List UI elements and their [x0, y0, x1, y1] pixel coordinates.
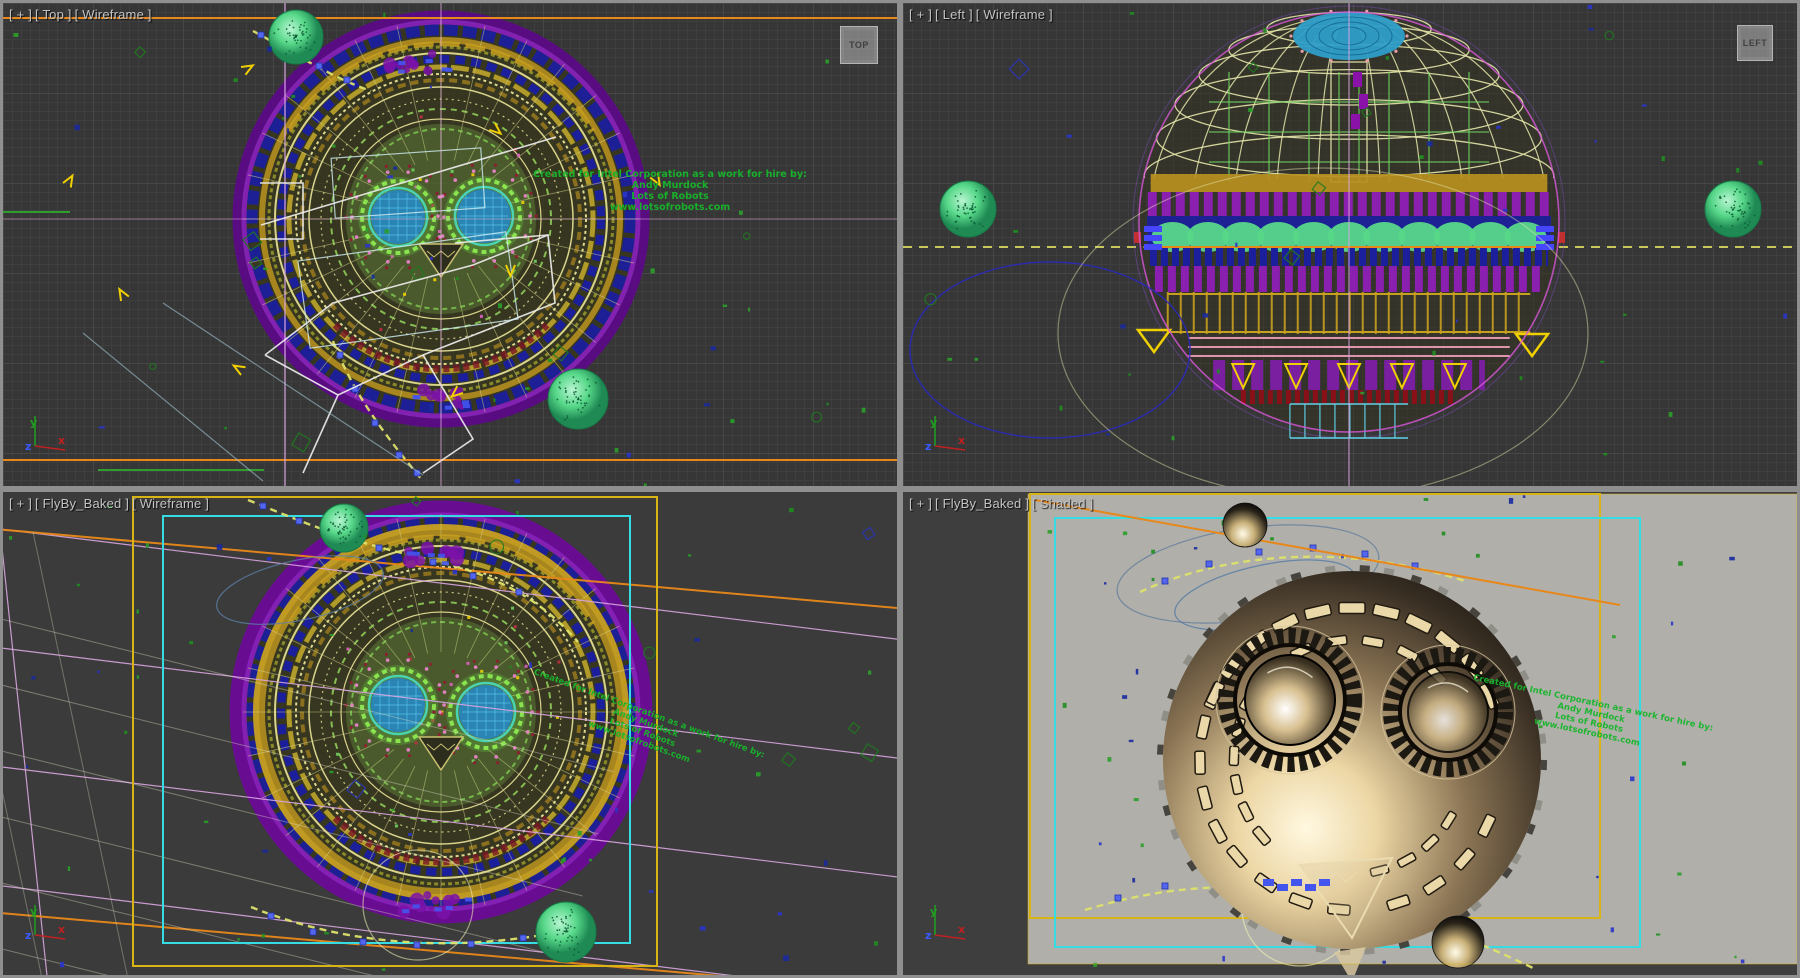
viewport-flyby-shaded[interactable]: [ + ][ FlyBy_Baked ][ Shaded ] y x z Cre… — [903, 492, 1797, 975]
viewport-menu-general[interactable]: [ + ] — [909, 496, 932, 511]
viewport-menu-pov[interactable]: [ FlyBy_Baked ] — [935, 496, 1029, 511]
axis-z-label: z — [25, 929, 31, 942]
axis-y-label: y — [930, 905, 937, 918]
viewport-menu-general[interactable]: [ + ] — [9, 7, 32, 22]
viewport-menu-shading[interactable]: [ Wireframe ] — [132, 496, 209, 511]
viewport-menu-pov[interactable]: [ Top ] — [35, 7, 72, 22]
axis-x-label: x — [58, 923, 65, 936]
axis-y-label: y — [930, 416, 937, 429]
viewport-menu-pov[interactable]: [ Left ] — [935, 7, 973, 22]
axis-x-label: x — [958, 923, 965, 936]
viewport-label: [ + ][ Left ][ Wireframe ] — [909, 7, 1056, 22]
viewport-label: [ + ][ FlyBy_Baked ][ Wireframe ] — [9, 496, 212, 511]
axis-tripod: y x z — [921, 410, 973, 462]
viewport-left[interactable]: [ + ][ Left ][ Wireframe ] LEFT y x z — [903, 3, 1797, 486]
viewcube[interactable]: TOP — [840, 26, 878, 64]
scene-top-wireframe[interactable] — [3, 3, 897, 486]
viewport-top[interactable]: [ + ][ Top ][ Wireframe ] TOP y x z Crea… — [3, 3, 897, 486]
scene-root — [903, 3, 1797, 486]
axis-tripod: y x z — [21, 410, 73, 462]
viewport-label: [ + ][ FlyBy_Baked ][ Shaded ] — [909, 496, 1096, 511]
scene-flyby-shaded[interactable] — [903, 492, 1797, 975]
viewport-menu-general[interactable]: [ + ] — [9, 496, 32, 511]
axis-z-label: z — [25, 440, 31, 453]
axis-x-label: x — [958, 434, 965, 447]
viewport-menu-pov[interactable]: [ FlyBy_Baked ] — [35, 496, 129, 511]
viewport-label: [ + ][ Top ][ Wireframe ] — [9, 7, 155, 22]
axis-tripod: y x z — [921, 899, 973, 951]
axis-z-label: z — [925, 929, 931, 942]
scene-root — [3, 492, 897, 975]
viewport-flyby-wireframe[interactable]: [ + ][ FlyBy_Baked ][ Wireframe ] y x z … — [3, 492, 897, 975]
axis-tripod: y x z — [21, 899, 73, 951]
scene-flyby-wireframe[interactable] — [3, 492, 897, 975]
viewport-menu-shading[interactable]: [ Wireframe ] — [976, 7, 1053, 22]
viewport-menu-general[interactable]: [ + ] — [909, 7, 932, 22]
scene-root — [3, 3, 897, 486]
axis-y-label: y — [30, 416, 37, 429]
axis-z-label: z — [925, 440, 931, 453]
viewport-menu-shading[interactable]: [ Shaded ] — [1032, 496, 1093, 511]
scene-left-wireframe[interactable] — [903, 3, 1797, 486]
quad-viewport-stage: [ + ][ Top ][ Wireframe ] TOP y x z Crea… — [0, 0, 1800, 978]
viewcube[interactable]: LEFT — [1737, 25, 1773, 61]
scene-root — [1028, 494, 1797, 975]
viewport-menu-shading[interactable]: [ Wireframe ] — [75, 7, 152, 22]
axis-x-label: x — [58, 434, 65, 447]
axis-y-label: y — [30, 905, 37, 918]
